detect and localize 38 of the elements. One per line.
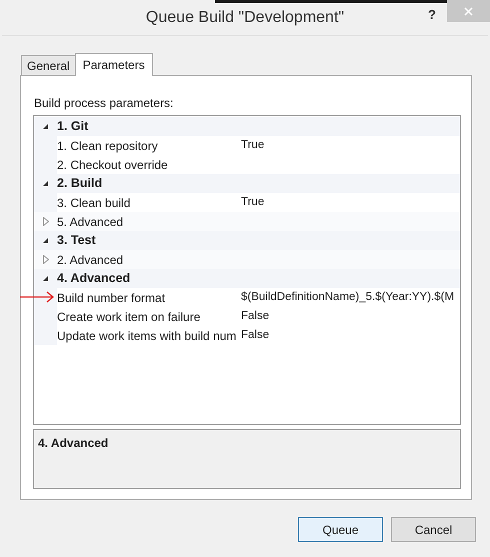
expanded-triangle-icon[interactable] <box>42 123 49 130</box>
help-button[interactable]: ? <box>428 5 436 24</box>
expanded-triangle-icon[interactable] <box>42 275 49 282</box>
property-name: 1. Clean repository <box>57 138 159 154</box>
window-title: Queue Build "Development" <box>146 8 344 28</box>
category-row[interactable]: 4. Advanced <box>34 269 460 288</box>
property-value[interactable]: True <box>241 194 264 212</box>
category-label: 4. Advanced <box>57 270 130 288</box>
property-name: Build number format <box>57 290 166 306</box>
dialog-button[interactable]: Queue <box>298 517 383 542</box>
property-name: Create work item on failure <box>57 308 202 326</box>
tab[interactable]: Parameters <box>74 53 153 76</box>
property-name: Update work items with build num <box>57 328 238 344</box>
close-icon <box>464 6 473 16</box>
subcategory-label: 5. Advanced <box>57 214 124 230</box>
tab[interactable]: General <box>21 55 76 75</box>
property-name: 3. Clean build <box>57 194 132 212</box>
category-row[interactable]: 1. Git <box>34 117 460 136</box>
dialog-button[interactable]: Cancel <box>391 517 476 542</box>
category-row[interactable]: 3. Test <box>34 231 460 250</box>
expanded-triangle-icon[interactable] <box>42 180 49 187</box>
expanded-triangle-icon[interactable] <box>42 237 49 244</box>
subcategory-row[interactable]: 5. Advanced <box>34 212 460 231</box>
property-value[interactable]: False <box>241 308 270 326</box>
category-label: 3. Test <box>57 232 96 250</box>
collapsed-triangle-icon[interactable] <box>42 217 48 226</box>
subcategory-label: 2. Advanced <box>57 252 124 268</box>
property-value[interactable]: $(BuildDefinitionName)_5.$(Year:YY).$(M <box>241 288 454 306</box>
property-value[interactable]: False <box>241 326 270 344</box>
property-value[interactable]: True <box>241 136 264 154</box>
category-label: 1. Git <box>57 118 88 136</box>
section-label: Build process parameters: <box>34 95 174 112</box>
subcategory-row[interactable]: 2. Advanced <box>34 250 460 269</box>
category-label: 2. Build <box>57 175 102 192</box>
description-title: 4. Advanced <box>38 436 108 450</box>
property-name: 2. Checkout override <box>57 156 169 174</box>
collapsed-triangle-icon[interactable] <box>42 255 48 264</box>
category-row[interactable]: 2. Build <box>34 174 460 193</box>
